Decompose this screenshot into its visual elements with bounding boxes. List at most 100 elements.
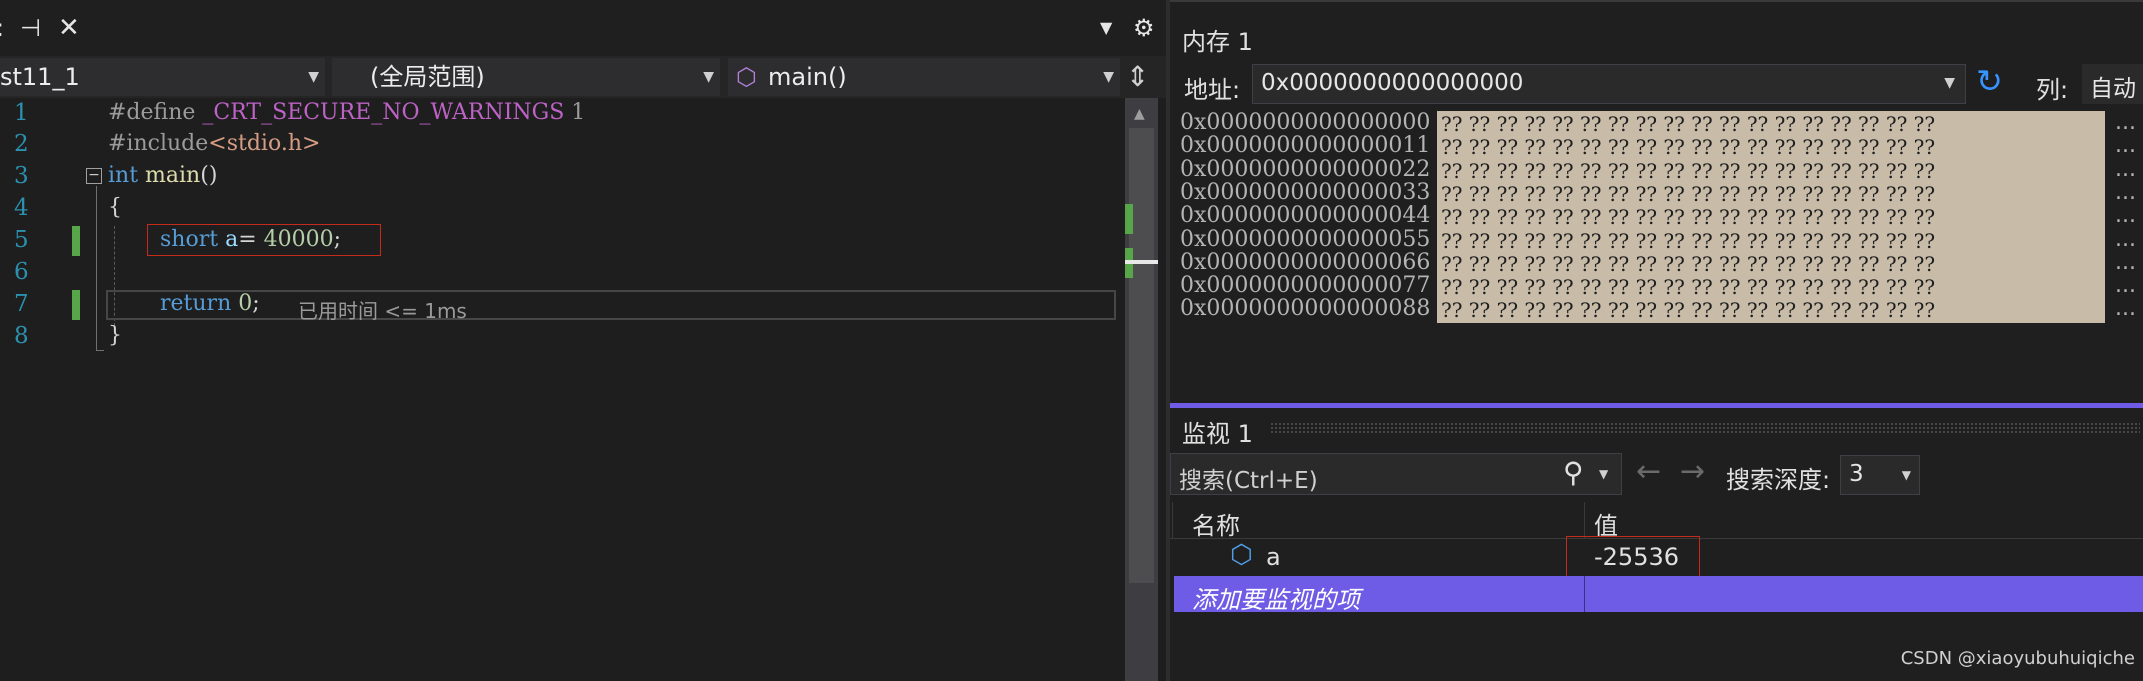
memory-bytes[interactable]: ?? ?? ?? ?? ?? ?? ?? ?? ?? ?? ?? ?? ?? ?…: [1437, 227, 2105, 254]
column-header-name[interactable]: 名称: [1192, 506, 1240, 541]
code-token: 1: [564, 100, 586, 125]
line-number: 6: [14, 259, 29, 285]
change-marker: [72, 290, 80, 320]
code-line: short a= 40000;: [160, 227, 341, 252]
code-token: short: [160, 227, 219, 252]
depth-value: 3: [1849, 461, 1864, 487]
drag-handle[interactable]: [1270, 422, 2140, 434]
code-line: #include<stdio.h>: [108, 131, 320, 156]
chevron-down-icon[interactable]: ▼: [1100, 0, 1112, 56]
memory-bytes[interactable]: ?? ?? ?? ?? ?? ?? ?? ?? ?? ?? ?? ?? ?? ?…: [1437, 111, 2105, 137]
code-token: int: [108, 163, 139, 188]
fold-guide: [96, 186, 97, 351]
memory-address: 0x0000000000000066: [1180, 249, 1431, 275]
memory-ascii: ...: [2115, 296, 2136, 322]
chevron-down-icon[interactable]: ▼: [1944, 75, 1955, 91]
back-arrow-icon[interactable]: ←: [1636, 454, 1661, 489]
search-icon[interactable]: ⚲: [1563, 456, 1584, 489]
memory-address: 0x0000000000000000: [1180, 110, 1431, 135]
vertical-scrollbar[interactable]: ▲: [1125, 98, 1158, 681]
memory-ascii: ...: [2115, 226, 2136, 252]
watch-window: 监视 1 搜索(Ctrl+E) ⚲ ▼ ← → 搜索深度: 3 ▼ 名称 值 ⬡…: [1170, 408, 2143, 681]
memory-bytes[interactable]: ?? ?? ?? ?? ?? ?? ?? ?? ?? ?? ?? ?? ?? ?…: [1437, 204, 2105, 231]
code-token: =: [238, 227, 264, 252]
chevron-down-icon[interactable]: ▼: [1902, 468, 1911, 482]
line-number: 3: [14, 163, 29, 189]
split-icon[interactable]: ⇕: [1126, 60, 1149, 93]
memory-address: 0x0000000000000088: [1180, 296, 1431, 322]
memory-bytes[interactable]: ?? ?? ?? ?? ?? ?? ?? ?? ?? ?? ?? ?? ?? ?…: [1437, 157, 2105, 184]
address-input[interactable]: 0x0000000000000000 ▼: [1252, 64, 1966, 104]
memory-address: 0x0000000000000044: [1180, 203, 1431, 229]
memory-bytes[interactable]: ?? ?? ?? ?? ?? ?? ?? ?? ?? ?? ?? ?? ?? ?…: [1437, 180, 2105, 207]
memory-bytes[interactable]: ?? ?? ?? ?? ?? ?? ?? ?? ?? ?? ?? ?? ?? ?…: [1437, 297, 2105, 324]
memory-ascii: ...: [2115, 249, 2136, 275]
collapse-icon[interactable]: −: [86, 168, 102, 184]
memory-ascii: ...: [2115, 273, 2136, 299]
code-line: {: [108, 195, 122, 220]
code-line: #define _CRT_SECURE_NO_WARNINGS 1: [108, 100, 585, 125]
forward-arrow-icon[interactable]: →: [1680, 454, 1705, 489]
depth-combo[interactable]: 3 ▼: [1840, 455, 1920, 495]
project-combo[interactable]: st11_1 ▼: [0, 58, 325, 96]
close-icon[interactable]: ✕: [58, 0, 80, 56]
memory-bytes[interactable]: ?? ?? ?? ?? ?? ?? ?? ?? ?? ?? ?? ?? ?? ?…: [1437, 274, 2105, 301]
code-editor: : ⊣ ✕ ▼ ⚙ st11_1 ▼ (全局范围) ▼ ⬡ main() ▼ ⇕…: [0, 0, 1166, 681]
pin-icon[interactable]: ⊣: [20, 0, 41, 56]
function-combo-label: main(): [768, 63, 847, 91]
memory-address: 0x0000000000000011: [1180, 133, 1431, 159]
memory-address: 0x0000000000000055: [1180, 226, 1431, 252]
scrollbar-thumb[interactable]: [1129, 128, 1154, 583]
scroll-up-icon[interactable]: ▲: [1134, 106, 1145, 122]
add-watch-item[interactable]: 添加要监视的项: [1192, 580, 1360, 615]
watch-search-input[interactable]: 搜索(Ctrl+E) ⚲ ▼: [1170, 453, 1622, 495]
memory-address: 0x0000000000000077: [1180, 273, 1431, 299]
line-number: 2: [14, 131, 29, 157]
code-token: <stdio.h>: [208, 131, 321, 156]
gear-icon[interactable]: ⚙: [1133, 0, 1155, 56]
memory-bytes[interactable]: ?? ?? ?? ?? ?? ?? ?? ?? ?? ?? ?? ?? ?? ?…: [1437, 134, 2105, 161]
line-number: 4: [14, 195, 29, 221]
code-token: 0: [238, 291, 253, 316]
memory-rows[interactable]: 0x0000000000000000?? ?? ?? ?? ?? ?? ?? ?…: [1170, 110, 2143, 400]
code-token: 40000: [263, 227, 334, 252]
memory-bytes[interactable]: ?? ?? ?? ?? ?? ?? ?? ?? ?? ?? ?? ?? ?? ?…: [1437, 250, 2105, 277]
address-value: 0x0000000000000000: [1261, 70, 1524, 96]
code-token: {: [108, 195, 122, 220]
code-token: ;: [333, 227, 342, 252]
line-number: 7: [14, 291, 29, 317]
project-combo-label: st11_1: [0, 63, 80, 91]
editor-tab-strip: : ⊣ ✕ ▼ ⚙: [0, 0, 1166, 56]
scroll-position-marker: [1125, 260, 1158, 264]
code-area[interactable]: 1 2 3 4 5 6 7 8 − #define _CRT_SECURE_NO…: [0, 98, 1125, 681]
code-line: }: [108, 323, 122, 348]
code-token: main: [145, 163, 201, 188]
scope-combo[interactable]: (全局范围) ▼: [332, 58, 720, 96]
memory-ascii: ...: [2115, 203, 2136, 229]
memory-address: 0x0000000000000033: [1180, 179, 1431, 205]
panel-splitter[interactable]: [1170, 403, 2143, 408]
memory-title: 内存 1: [1182, 28, 1253, 56]
chevron-down-icon[interactable]: ▼: [1599, 467, 1608, 481]
depth-label: 搜索深度:: [1726, 466, 1831, 494]
code-token: }: [108, 323, 122, 348]
columns-value: 自动: [2090, 76, 2136, 102]
code-line: int main(): [108, 163, 217, 188]
table-row[interactable]: ⬡ a -25536: [1170, 536, 2143, 580]
memory-ascii: ...: [2115, 110, 2136, 135]
columns-combo[interactable]: 自动: [2082, 64, 2143, 104]
column-divider: [1584, 576, 1585, 612]
cube-icon: ⬡: [736, 63, 757, 91]
memory-window: 内存 1 地址: 0x0000000000000000 ▼ ↻ 列: 自动 0x…: [1170, 0, 2143, 402]
add-watch-row[interactable]: 添加要监视的项: [1174, 576, 2143, 615]
column-divider[interactable]: [1584, 502, 1585, 538]
elapsed-time-hint: 已用时间 <= 1ms: [298, 299, 467, 323]
function-combo[interactable]: ⬡ main() ▼: [728, 58, 1120, 96]
tab-overflow-icon[interactable]: :: [0, 0, 4, 56]
line-number: 8: [14, 323, 29, 349]
code-token: #define: [108, 100, 203, 125]
refresh-icon[interactable]: ↻: [1976, 62, 2003, 100]
watermark: CSDN @xiaoyubuhuiqiche: [1900, 648, 2135, 669]
code-token: (): [200, 163, 218, 188]
